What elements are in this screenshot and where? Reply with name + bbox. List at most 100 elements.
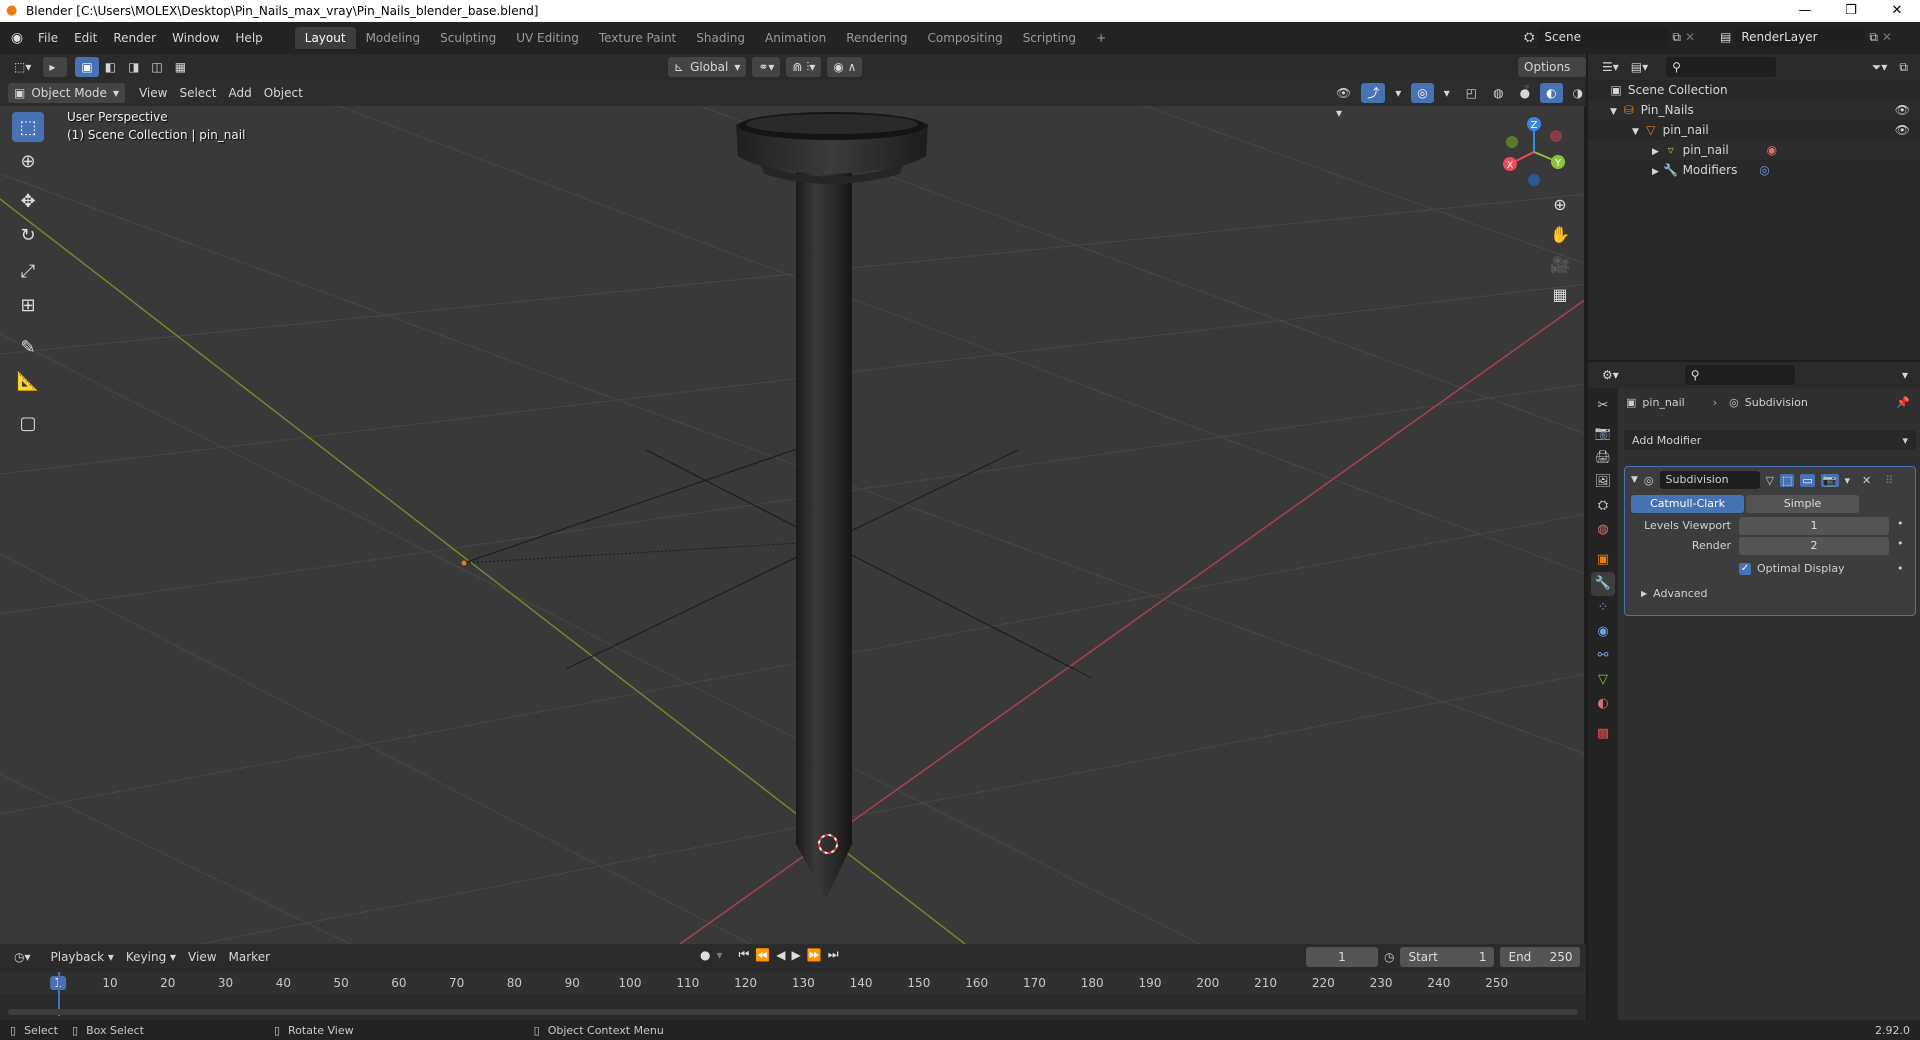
tab-rendering[interactable]: Rendering <box>836 27 917 49</box>
collapse-arrow-icon[interactable]: ▼ <box>1631 475 1638 485</box>
scale-tool[interactable]: ⤢ <box>12 256 44 286</box>
end-frame-field[interactable]: End 250 <box>1500 947 1581 967</box>
select-mode-subtract-icon[interactable]: ◨ <box>122 57 145 77</box>
menu-add[interactable]: Add <box>222 83 257 103</box>
render-layer-selector[interactable]: RenderLayer <box>1735 27 1866 47</box>
tab-uv-editing[interactable]: UV Editing <box>506 27 589 49</box>
visibility-icon[interactable]: 👁▾ <box>1330 83 1357 120</box>
tool-tab-icon[interactable]: ✂ <box>1591 394 1615 418</box>
record-icon[interactable]: ● <box>700 948 710 962</box>
play-reverse-icon[interactable]: ◀ <box>776 948 785 962</box>
remove-modifier-icon[interactable]: ✕ <box>1862 474 1871 487</box>
menu-view[interactable]: View <box>133 83 173 103</box>
scene-selector[interactable]: Scene <box>1538 27 1669 47</box>
current-frame-field[interactable]: 1 <box>1306 947 1378 967</box>
modifier-tab-icon[interactable]: 🔧 <box>1591 572 1615 596</box>
menu-keying[interactable]: Keying ▾ <box>120 947 182 967</box>
move-tool[interactable]: ✥ <box>12 186 44 216</box>
camera-view-icon[interactable]: 🎥 <box>1548 253 1572 277</box>
zoom-icon[interactable]: ⊕ <box>1548 193 1572 217</box>
delete-scene-icon[interactable]: ✕ <box>1685 30 1695 44</box>
select-mode-extend-icon[interactable]: ◧ <box>99 57 122 77</box>
annotate-tool[interactable]: ✎ <box>12 332 44 362</box>
display-mode-icon[interactable]: ▤▾ <box>1625 57 1654 77</box>
edit-mode-toggle-icon[interactable]: ▽ <box>1766 474 1774 487</box>
realtime-toggle-icon[interactable]: ▭ <box>1800 473 1815 487</box>
add-modifier-dropdown[interactable]: Add Modifier ▾ <box>1624 430 1916 450</box>
solid-shading-icon[interactable]: ● <box>1514 83 1536 103</box>
keyframe-dot-icon[interactable]: • <box>1897 562 1904 575</box>
material-icon[interactable]: ◉ <box>1767 143 1777 157</box>
keyframe-dot-icon[interactable]: • <box>1897 517 1904 530</box>
render-layer-icon[interactable]: ▤ <box>1720 30 1731 44</box>
cursor-tool[interactable]: ⊕ <box>12 146 44 176</box>
collapse-arrow-icon[interactable]: ▶ <box>1652 167 1659 177</box>
outliner-search-input[interactable]: ⚲ <box>1666 57 1777 77</box>
tab-layout[interactable]: Layout <box>294 27 356 49</box>
outliner-row-pin-nails[interactable]: ▼ ⛁ Pin_Nails 👁 <box>1588 100 1920 120</box>
constraints-tab-icon[interactable]: ⚯ <box>1591 644 1615 668</box>
select-mode-invert-icon[interactable]: ◫ <box>145 57 168 77</box>
menu-file[interactable]: File <box>30 28 66 48</box>
outliner-editor-type-icon[interactable]: ☰▾ <box>1596 57 1625 77</box>
select-mode-intersect-icon[interactable]: ▦ <box>169 57 192 77</box>
3d-viewport[interactable]: Z Y X <box>0 54 1586 944</box>
snap-icon[interactable]: ⋒ ⫶▾ <box>786 57 822 77</box>
restore-button[interactable]: ❐ <box>1828 0 1874 22</box>
simple-button[interactable]: Simple <box>1746 495 1859 513</box>
timeline-ruler[interactable]: 1102030405060708090100110120130140150160… <box>0 972 1586 994</box>
menu-marker[interactable]: Marker <box>223 947 276 967</box>
render-tab-icon[interactable]: 📷 <box>1591 422 1615 446</box>
outliner-row-scene-collection[interactable]: ▣ Scene Collection <box>1588 80 1920 100</box>
delete-layer-icon[interactable]: ✕ <box>1882 30 1892 44</box>
tab-compositing[interactable]: Compositing <box>917 27 1012 49</box>
filter-icon[interactable]: ⏷▾ <box>1866 57 1894 77</box>
play-icon[interactable]: ▶ <box>792 948 801 962</box>
overlays-dropdown-icon[interactable]: ▾ <box>1438 83 1456 103</box>
navigation-gizmo[interactable]: Z Y X <box>1496 112 1576 192</box>
rotate-tool[interactable]: ↻ <box>12 220 44 250</box>
clock-icon[interactable]: ◷ <box>1384 950 1394 964</box>
pan-hand-icon[interactable]: ✋ <box>1548 223 1572 247</box>
tab-scripting[interactable]: Scripting <box>1013 27 1086 49</box>
record-dropdown-icon[interactable]: ▾ <box>716 948 722 962</box>
start-frame-field[interactable]: Start 1 <box>1400 947 1495 967</box>
tab-sculpting[interactable]: Sculpting <box>430 27 506 49</box>
modifier-name-field[interactable]: Subdivision <box>1659 471 1760 489</box>
modifier-menu-icon[interactable]: ▾ <box>1845 474 1851 487</box>
outliner-row-object[interactable]: ▼ ▽ pin_nail 👁 <box>1588 120 1920 140</box>
add-cube-tool[interactable]: ▢ <box>12 408 44 438</box>
menu-timeline-view[interactable]: View <box>182 947 222 967</box>
eye-icon[interactable]: 👁 <box>1895 100 1910 120</box>
tab-texture-paint[interactable]: Texture Paint <box>589 27 686 49</box>
select-box-tool[interactable]: ⬚ <box>12 112 44 142</box>
tab-shading[interactable]: Shading <box>686 27 755 49</box>
expand-arrow-icon[interactable]: ▼ <box>1610 107 1617 117</box>
menu-edit[interactable]: Edit <box>66 28 105 48</box>
collapse-arrow-icon[interactable]: ▶ <box>1652 147 1659 157</box>
rendered-shading-icon[interactable]: ◑ <box>1567 83 1589 103</box>
particles-tab-icon[interactable]: ⁘ <box>1591 596 1615 620</box>
overlays-icon[interactable]: ◎ <box>1411 83 1434 103</box>
transform-tool[interactable]: ⊞ <box>12 290 44 320</box>
pin-icon[interactable]: 📌 <box>1896 396 1910 409</box>
orientation-dropdown[interactable]: ⊾ Global ▾ <box>668 57 747 77</box>
scene-tab-icon[interactable]: ⛭ <box>1591 494 1615 518</box>
timeline-track[interactable] <box>0 972 1586 1018</box>
catmull-clark-button[interactable]: Catmull-Clark <box>1631 495 1744 513</box>
gizmos-dropdown-icon[interactable]: ▾ <box>1389 83 1407 103</box>
optimal-display-checkbox[interactable]: ✓ <box>1739 562 1751 575</box>
minimize-button[interactable]: — <box>1782 0 1828 22</box>
on-cage-toggle-icon[interactable]: ⬚ <box>1780 473 1795 487</box>
outliner-row-modifiers[interactable]: ▶ 🔧 Modifiers ◎ <box>1588 160 1920 180</box>
new-scene-icon[interactable]: ⧉ <box>1672 30 1681 45</box>
wireframe-shading-icon[interactable]: ◍ <box>1487 83 1509 103</box>
select-mode-new-icon[interactable]: ▣ <box>75 57 99 77</box>
jump-keyframe-back-icon[interactable]: ⏪ <box>755 948 770 962</box>
view-layer-tab-icon[interactable]: 🖼 <box>1591 470 1615 494</box>
editor-type-icon[interactable]: ⬚▾ <box>8 57 37 77</box>
outliner-row-mesh[interactable]: ▶ ▿ pin_nail ◉ <box>1588 140 1920 160</box>
jump-start-icon[interactable]: ⏮ <box>739 947 750 962</box>
texture-tab-icon[interactable]: ▩ <box>1591 722 1615 746</box>
menu-render[interactable]: Render <box>105 28 164 48</box>
